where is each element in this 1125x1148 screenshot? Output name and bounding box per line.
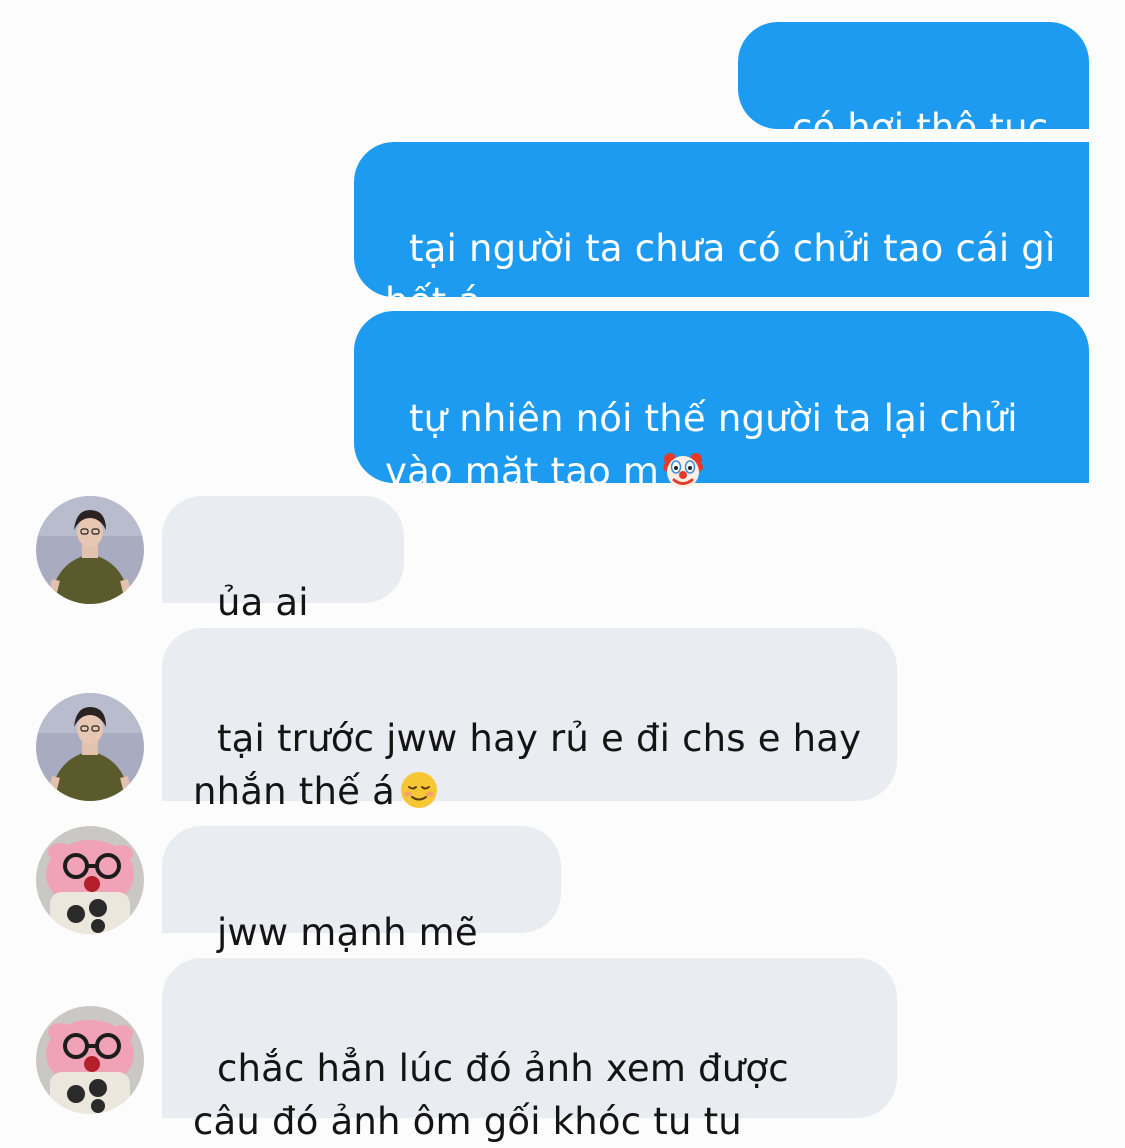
man-olive-tshirt-avatar[interactable] [36, 693, 144, 801]
message-text: tại người ta chưa có chửi tao cái gì hết… [385, 227, 1068, 323]
pink-plush-glasses-avatar[interactable] [36, 1006, 144, 1114]
message-bubble-incoming[interactable]: ủa ai biết [162, 496, 404, 677]
message-text: tại trước jww hay rủ e đi chs e hay nhắn… [193, 717, 874, 813]
message-text: tự nhiên nói thế người ta lại chửi vào m… [385, 397, 1030, 493]
man-olive-tshirt-avatar[interactable] [36, 496, 144, 604]
message-bubble-incoming[interactable]: jww mạnh mẽ thật [162, 826, 561, 1007]
pink-plush-glasses-avatar[interactable] [36, 826, 144, 934]
message-bubble-outgoing[interactable]: tại người ta chưa có chửi tao cái gì hết… [354, 142, 1089, 323]
message-bubble-incoming[interactable]: tại trước jww hay rủ e đi chs e hay nhắn… [162, 628, 897, 813]
message-bubble-outgoing[interactable]: có hơi thô tục á [738, 22, 1089, 202]
message-bubble-incoming[interactable]: chắc hẳn lúc đó ảnh xem được câu đó ảnh … [162, 958, 897, 1143]
smiling-face-icon [399, 770, 439, 824]
message-bubble-outgoing[interactable]: tự nhiên nói thế người ta lại chửi vào m… [354, 311, 1089, 493]
message-text: chắc hẳn lúc đó ảnh xem được câu đó ảnh … [193, 1047, 801, 1143]
clown-face-icon [663, 450, 704, 504]
